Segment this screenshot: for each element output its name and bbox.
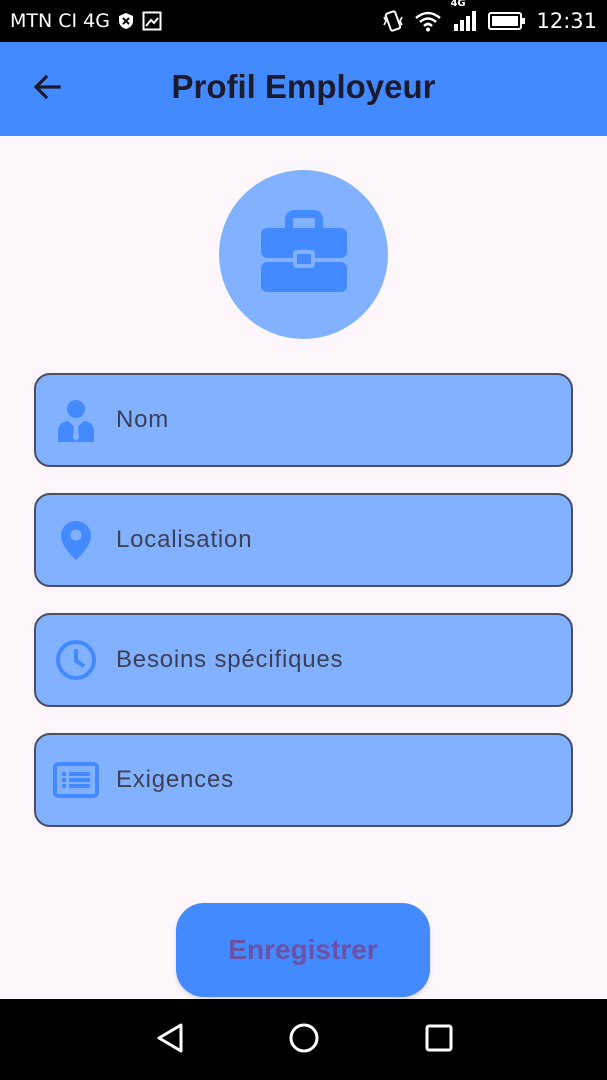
- briefcase-icon: [259, 210, 349, 299]
- clock-time: 12:31: [536, 9, 597, 33]
- location-pin-icon: [52, 516, 100, 564]
- vibrate-icon: [382, 9, 404, 33]
- system-navigation-bar: [0, 999, 607, 1080]
- carrier-label: MTN CI 4G: [10, 10, 110, 32]
- location-field[interactable]: Localisation: [34, 493, 573, 587]
- circle-home-icon: [288, 1022, 320, 1059]
- save-button-label: Enregistrer: [228, 934, 378, 965]
- shield-notification-icon: [118, 12, 134, 30]
- name-field-label: Nom: [116, 406, 170, 433]
- status-bar: MTN CI 4G 4G 12:31: [0, 0, 607, 42]
- specific-needs-field-label: Besoins spécifiques: [116, 646, 344, 673]
- signal-icon: 4G: [450, 0, 478, 32]
- nav-back-button[interactable]: [147, 1017, 193, 1063]
- save-button[interactable]: Enregistrer: [176, 903, 430, 997]
- name-field[interactable]: Nom: [34, 373, 573, 467]
- location-field-label: Localisation: [116, 526, 253, 553]
- nav-home-button[interactable]: [281, 1017, 327, 1063]
- app-bar: Profil Employeur: [0, 42, 607, 136]
- requirements-field-label: Exigences: [116, 766, 234, 793]
- profile-avatar: [219, 170, 388, 339]
- clock-icon: [52, 636, 100, 684]
- person-tie-icon: [52, 396, 100, 444]
- square-recents-icon: [424, 1023, 454, 1058]
- triangle-back-icon: [155, 1022, 185, 1059]
- image-notification-icon: [142, 11, 162, 31]
- wifi-icon: [414, 10, 442, 32]
- battery-icon: [488, 11, 526, 31]
- network-type-label: 4G: [450, 0, 466, 9]
- specific-needs-field[interactable]: Besoins spécifiques: [34, 613, 573, 707]
- requirements-field[interactable]: Exigences: [34, 733, 573, 827]
- list-icon: [52, 756, 100, 804]
- page-title: Profil Employeur: [171, 68, 436, 105]
- nav-recents-button[interactable]: [416, 1017, 462, 1063]
